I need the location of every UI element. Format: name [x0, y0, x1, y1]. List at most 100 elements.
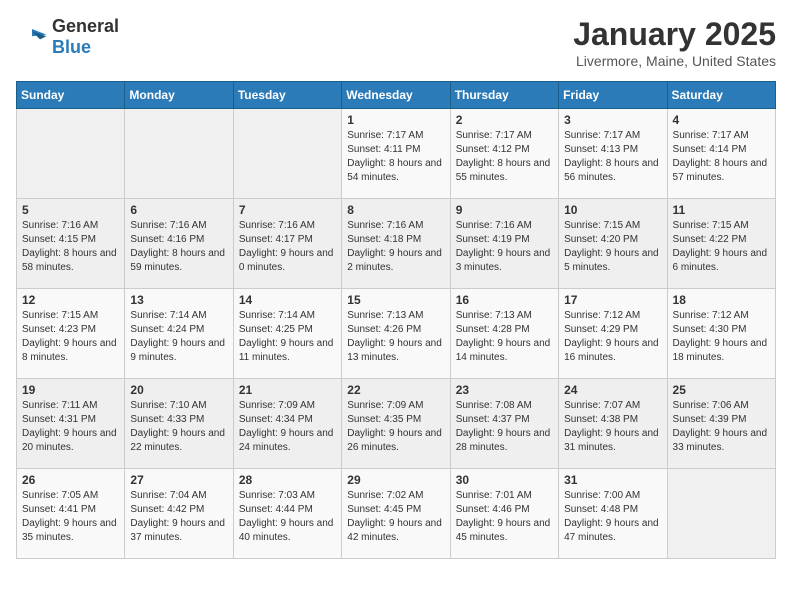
day-info: Sunrise: 7:13 AM Sunset: 4:28 PM Dayligh… [456, 309, 553, 365]
day-info: Sunrise: 7:16 AM Sunset: 4:15 PM Dayligh… [22, 219, 119, 275]
calendar-cell: 9Sunrise: 7:16 AM Sunset: 4:19 PM Daylig… [450, 199, 558, 289]
week-row-1: 1 Sunrise: 7:17 AM Sunset: 4:11 PM Daylig… [17, 109, 776, 199]
day-number: 1 [347, 113, 444, 127]
calendar-cell [17, 109, 125, 199]
calendar-cell: 23 Sunrise: 7:08 AM Sunset: 4:37 PM Dayli… [450, 379, 558, 469]
calendar-cell: 5 Sunrise: 7:16 AM Sunset: 4:15 PM Daylig… [17, 199, 125, 289]
day-info: Sunrise: 7:00 AM Sunset: 4:48 PM Dayligh… [564, 489, 661, 545]
week-row-2: 5 Sunrise: 7:16 AM Sunset: 4:15 PM Daylig… [17, 199, 776, 289]
day-info: Sunrise: 7:10 AM Sunset: 4:33 PM Dayligh… [130, 399, 227, 455]
day-header-tuesday: Tuesday [233, 82, 341, 109]
day-number: 28 [239, 473, 336, 487]
day-number: 11 [673, 203, 770, 217]
day-number: 18 [673, 293, 770, 307]
header: General Blue January 2025 Livermore, Mai… [16, 16, 776, 69]
calendar-cell [667, 469, 775, 559]
day-info: Sunrise: 7:01 AM Sunset: 4:46 PM Dayligh… [456, 489, 553, 545]
day-info: Sunrise: 7:02 AM Sunset: 4:45 PM Dayligh… [347, 489, 444, 545]
calendar-cell: 21 Sunrise: 7:09 AM Sunset: 4:34 PM Dayli… [233, 379, 341, 469]
day-header-saturday: Saturday [667, 82, 775, 109]
calendar-cell: 6Sunrise: 7:16 AM Sunset: 4:16 PM Daylig… [125, 199, 233, 289]
calendar-cell: 28 Sunrise: 7:03 AM Sunset: 4:44 PM Dayli… [233, 469, 341, 559]
day-number: 26 [22, 473, 119, 487]
calendar-cell: 29 Sunrise: 7:02 AM Sunset: 4:45 PM Dayli… [342, 469, 450, 559]
day-info: Sunrise: 7:07 AM Sunset: 4:38 PM Dayligh… [564, 399, 661, 455]
day-number: 25 [673, 383, 770, 397]
week-row-5: 26 Sunrise: 7:05 AM Sunset: 4:41 PM Dayli… [17, 469, 776, 559]
day-number: 15 [347, 293, 444, 307]
day-number: 24 [564, 383, 661, 397]
day-number: 17 [564, 293, 661, 307]
day-number: 29 [347, 473, 444, 487]
calendar-cell: 2 Sunrise: 7:17 AM Sunset: 4:12 PM Daylig… [450, 109, 558, 199]
logo-text-general: General [52, 16, 119, 36]
day-number: 14 [239, 293, 336, 307]
calendar-cell [125, 109, 233, 199]
day-info: Sunrise: 7:15 AM Sunset: 4:23 PM Dayligh… [22, 309, 119, 365]
day-info: Sunrise: 7:16 AM Sunset: 4:17 PM Dayligh… [239, 219, 336, 275]
day-number: 4 [673, 113, 770, 127]
calendar-cell: 1 Sunrise: 7:17 AM Sunset: 4:11 PM Daylig… [342, 109, 450, 199]
week-row-4: 19 Sunrise: 7:11 AM Sunset: 4:31 PM Dayli… [17, 379, 776, 469]
day-number: 16 [456, 293, 553, 307]
calendar-cell: 30 Sunrise: 7:01 AM Sunset: 4:46 PM Dayli… [450, 469, 558, 559]
day-info: Sunrise: 7:15 AM Sunset: 4:20 PM Dayligh… [564, 219, 661, 275]
day-number: 31 [564, 473, 661, 487]
week-row-3: 12 Sunrise: 7:15 AM Sunset: 4:23 PM Dayli… [17, 289, 776, 379]
day-info: Sunrise: 7:16 AM Sunset: 4:18 PM Dayligh… [347, 219, 444, 275]
day-number: 3 [564, 113, 661, 127]
calendar-cell: 18Sunrise: 7:12 AM Sunset: 4:30 PM Dayli… [667, 289, 775, 379]
day-number: 12 [22, 293, 119, 307]
day-info: Sunrise: 7:05 AM Sunset: 4:41 PM Dayligh… [22, 489, 119, 545]
day-info: Sunrise: 7:16 AM Sunset: 4:19 PM Dayligh… [456, 219, 553, 275]
calendar-cell: 22 Sunrise: 7:09 AM Sunset: 4:35 PM Dayli… [342, 379, 450, 469]
calendar-cell: 17Sunrise: 7:12 AM Sunset: 4:29 PM Dayli… [559, 289, 667, 379]
day-number: 2 [456, 113, 553, 127]
day-number: 23 [456, 383, 553, 397]
logo-text-blue: Blue [52, 37, 91, 57]
calendar-table: SundayMondayTuesdayWednesdayThursdayFrid… [16, 81, 776, 559]
day-info: Sunrise: 7:17 AM Sunset: 4:11 PM Dayligh… [347, 129, 444, 185]
calendar-cell: 15Sunrise: 7:13 AM Sunset: 4:26 PM Dayli… [342, 289, 450, 379]
calendar-cell: 14Sunrise: 7:14 AM Sunset: 4:25 PM Dayli… [233, 289, 341, 379]
day-header-thursday: Thursday [450, 82, 558, 109]
day-info: Sunrise: 7:17 AM Sunset: 4:13 PM Dayligh… [564, 129, 661, 185]
calendar-cell: 16 Sunrise: 7:13 AM Sunset: 4:28 PM Dayli… [450, 289, 558, 379]
calendar-cell: 11 Sunrise: 7:15 AM Sunset: 4:22 PM Dayli… [667, 199, 775, 289]
calendar-subtitle: Livermore, Maine, United States [573, 53, 776, 69]
calendar-cell: 31 Sunrise: 7:00 AM Sunset: 4:48 PM Dayli… [559, 469, 667, 559]
day-header-wednesday: Wednesday [342, 82, 450, 109]
day-info: Sunrise: 7:14 AM Sunset: 4:24 PM Dayligh… [130, 309, 227, 365]
day-info: Sunrise: 7:15 AM Sunset: 4:22 PM Dayligh… [673, 219, 770, 275]
day-header-monday: Monday [125, 82, 233, 109]
calendar-cell: 7Sunrise: 7:16 AM Sunset: 4:17 PM Daylig… [233, 199, 341, 289]
day-info: Sunrise: 7:11 AM Sunset: 4:31 PM Dayligh… [22, 399, 119, 455]
day-info: Sunrise: 7:09 AM Sunset: 4:35 PM Dayligh… [347, 399, 444, 455]
day-info: Sunrise: 7:09 AM Sunset: 4:34 PM Dayligh… [239, 399, 336, 455]
calendar-header: SundayMondayTuesdayWednesdayThursdayFrid… [17, 82, 776, 109]
day-number: 30 [456, 473, 553, 487]
day-number: 21 [239, 383, 336, 397]
day-info: Sunrise: 7:17 AM Sunset: 4:12 PM Dayligh… [456, 129, 553, 185]
day-number: 5 [22, 203, 119, 217]
day-number: 20 [130, 383, 227, 397]
calendar-cell: 25 Sunrise: 7:06 AM Sunset: 4:39 PM Dayli… [667, 379, 775, 469]
title-area: January 2025 Livermore, Maine, United St… [573, 16, 776, 69]
calendar-body: 1 Sunrise: 7:17 AM Sunset: 4:11 PM Daylig… [17, 109, 776, 559]
day-number: 6 [130, 203, 227, 217]
calendar-cell: 20 Sunrise: 7:10 AM Sunset: 4:33 PM Dayli… [125, 379, 233, 469]
day-info: Sunrise: 7:08 AM Sunset: 4:37 PM Dayligh… [456, 399, 553, 455]
calendar-cell: 19 Sunrise: 7:11 AM Sunset: 4:31 PM Dayli… [17, 379, 125, 469]
day-number: 22 [347, 383, 444, 397]
day-number: 19 [22, 383, 119, 397]
day-number: 10 [564, 203, 661, 217]
calendar-cell: 24 Sunrise: 7:07 AM Sunset: 4:38 PM Dayli… [559, 379, 667, 469]
logo: General Blue [16, 16, 119, 58]
day-info: Sunrise: 7:03 AM Sunset: 4:44 PM Dayligh… [239, 489, 336, 545]
day-info: Sunrise: 7:06 AM Sunset: 4:39 PM Dayligh… [673, 399, 770, 455]
day-number: 8 [347, 203, 444, 217]
day-header-friday: Friday [559, 82, 667, 109]
calendar-cell [233, 109, 341, 199]
day-info: Sunrise: 7:04 AM Sunset: 4:42 PM Dayligh… [130, 489, 227, 545]
calendar-cell: 27Sunrise: 7:04 AM Sunset: 4:42 PM Dayli… [125, 469, 233, 559]
